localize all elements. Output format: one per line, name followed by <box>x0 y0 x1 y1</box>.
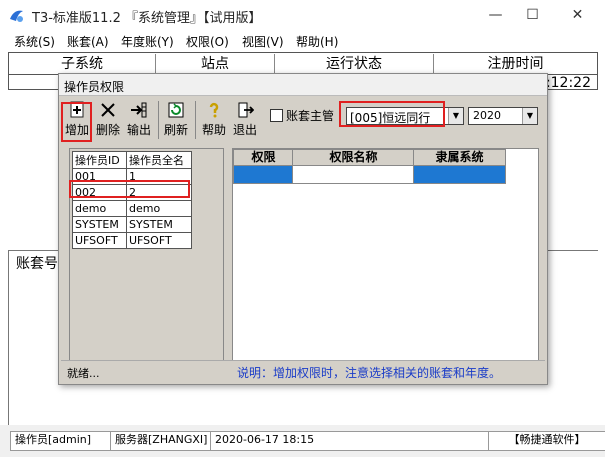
menu-help[interactable]: 帮助(H) <box>296 33 338 50</box>
status-bar: 操作员[admin] 服务器[ZHANGXI] 2020-06-17 18:15… <box>0 425 605 457</box>
refresh-label: 刷新 <box>163 123 188 137</box>
account-label: 账套号 <box>16 256 58 272</box>
col-operator-name[interactable]: 操作员全名 <box>126 151 192 169</box>
delete-icon <box>101 103 115 117</box>
operator-id[interactable]: UFSOFT <box>72 232 127 249</box>
selected-row-highlight-box <box>69 180 190 198</box>
menu-year-account[interactable]: 年度账(Y) <box>121 33 174 50</box>
operator-permission-dialog: 操作员权限 增加 删除 输出 刷新 帮助 退出 账套主管 [005]恒远同行 ▼… <box>58 73 548 385</box>
dialog-title-bar: 操作员权限 <box>59 74 547 96</box>
delete-label: 删除 <box>95 123 120 137</box>
refresh-button[interactable]: 刷新 <box>161 99 191 142</box>
operator-name[interactable]: SYSTEM <box>126 216 192 233</box>
operator-id[interactable]: demo <box>72 200 127 217</box>
add-highlight-box <box>61 102 92 142</box>
maximize-button[interactable]: ☐ <box>510 0 555 30</box>
toolbar-separator <box>158 101 159 139</box>
menu-view[interactable]: 视图(V) <box>242 33 284 50</box>
operator-id[interactable]: SYSTEM <box>72 216 127 233</box>
menu-system[interactable]: 系统(S) <box>14 33 55 50</box>
year-select-value: 2020 <box>473 109 501 122</box>
help-icon <box>209 102 219 118</box>
close-button[interactable]: ✕ <box>555 0 600 30</box>
help-label: 帮助 <box>201 123 226 137</box>
operator-name[interactable]: UFSOFT <box>126 232 192 249</box>
status-note: 说明：增加权限时，注意选择相关的账套和年度。 <box>237 366 502 380</box>
title-bar: T3-标准版11.2 『系统管理』【试用版】 — ☐ ✕ <box>0 0 605 30</box>
chevron-down-icon[interactable]: ▼ <box>448 108 463 124</box>
permission-name-cell[interactable] <box>292 165 415 184</box>
refresh-icon <box>168 102 184 118</box>
register-time-value: :12:22 <box>545 75 591 91</box>
exit-button[interactable]: 退出 <box>230 99 260 142</box>
year-select[interactable]: 2020 ▼ <box>468 107 538 125</box>
toolbar-separator <box>195 101 196 139</box>
menu-account[interactable]: 账套(A) <box>67 33 109 50</box>
permission-table: 权限 权限名称 隶属系统 <box>232 148 539 362</box>
help-button[interactable]: 帮助 <box>199 99 229 142</box>
col-run-state[interactable]: 运行状态 <box>275 54 434 74</box>
account-master-label: 账套主管 <box>286 109 335 123</box>
export-button[interactable]: 输出 <box>124 99 154 142</box>
export-icon <box>131 102 147 118</box>
operator-name[interactable]: demo <box>126 200 192 217</box>
dialog-status-bar: 就绪... 说明：增加权限时，注意选择相关的账套和年度。 <box>61 360 545 382</box>
col-site[interactable]: 站点 <box>156 54 275 74</box>
operator-table: 操作员ID 操作员全名 001 1 002 2 demo demo SYSTEM SYS… <box>72 151 192 249</box>
col-register-time[interactable]: 注册时间 <box>434 54 597 74</box>
exit-icon <box>238 102 254 118</box>
operator-table-header: 操作员ID 操作员全名 <box>72 151 192 169</box>
subsystem-owner-cell[interactable] <box>413 165 506 184</box>
status-ready: 就绪... <box>67 367 100 380</box>
exit-label: 退出 <box>232 123 257 137</box>
table-row[interactable]: UFSOFT UFSOFT <box>72 232 192 249</box>
status-brand: 【畅捷通软件】 <box>488 431 605 451</box>
window-title: T3-标准版11.2 『系统管理』【试用版】 <box>32 11 262 26</box>
menu-permission[interactable]: 权限(O) <box>186 33 229 50</box>
col-operator-id[interactable]: 操作员ID <box>72 151 127 169</box>
chevron-down-icon[interactable]: ▼ <box>522 108 537 124</box>
col-subsystem[interactable]: 子系统 <box>9 54 156 74</box>
dialog-title: 操作员权限 <box>64 80 125 94</box>
table-row[interactable]: demo demo <box>72 200 192 217</box>
menu-bar: 系统(S) 账套(A) 年度账(Y) 权限(O) 视图(V) 帮助(H) <box>0 30 605 52</box>
app-icon <box>10 10 23 22</box>
status-datetime: 2020-06-17 18:15 <box>210 431 494 451</box>
account-highlight-box <box>339 101 445 127</box>
account-master-checkbox[interactable] <box>270 109 283 122</box>
status-server: 服务器[ZHANGXI] <box>110 431 216 451</box>
permission-cell[interactable] <box>233 165 294 184</box>
delete-button[interactable]: 删除 <box>93 99 123 142</box>
table-row[interactable]: SYSTEM SYSTEM <box>72 216 192 233</box>
export-label: 输出 <box>126 123 151 137</box>
status-operator: 操作员[admin] <box>10 431 116 451</box>
